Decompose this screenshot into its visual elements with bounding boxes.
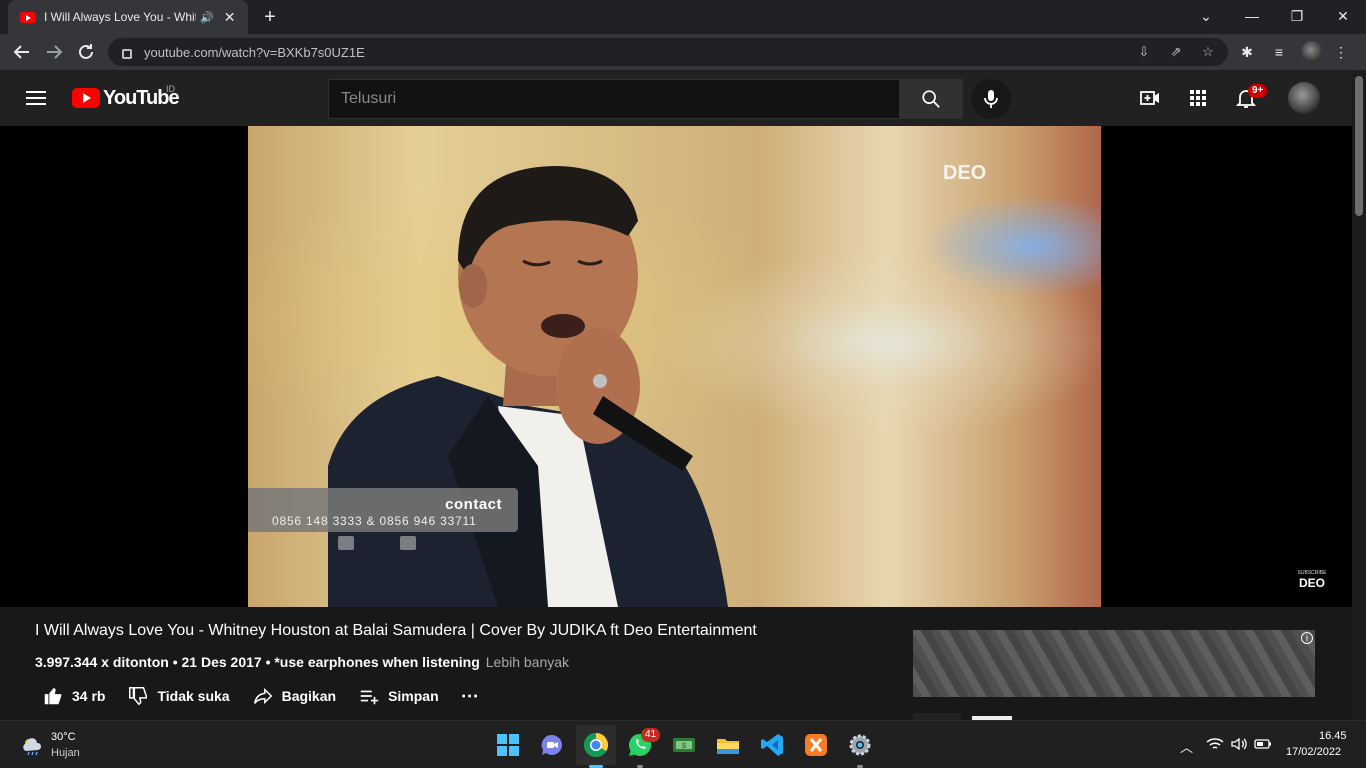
weather-description[interactable]: Hujan (51, 747, 80, 759)
thumbs-up-icon (44, 687, 62, 705)
overlay-dot (400, 536, 416, 550)
media-control-icon[interactable]: ≡ (1268, 42, 1290, 62)
browser-profile-avatar[interactable] (1301, 41, 1323, 63)
tab-search-chevron-icon[interactable]: ⌄ (1194, 6, 1218, 26)
address-bar[interactable]: youtube.com/watch?v=BXKb7s0UZ1E (108, 38, 1228, 66)
playlist-add-icon (360, 690, 379, 705)
country-code: ID (166, 84, 175, 94)
lock-icon[interactable] (122, 49, 132, 59)
file-explorer-icon[interactable] (714, 731, 742, 759)
minimize-button[interactable]: — (1240, 6, 1264, 26)
windows-start-icon[interactable] (494, 731, 522, 759)
browser-tab[interactable]: I Will Always Love You - Whitney Houston… (8, 0, 248, 34)
video-title: I Will Always Love You - Whitney Houston… (35, 622, 757, 639)
more-actions-icon[interactable]: ⋯ (461, 686, 480, 707)
clock-date[interactable]: 17/02/2022 (1286, 746, 1341, 758)
video-meta-text: 3.997.344 x ditonton • 21 Des 2017 • *us… (35, 654, 480, 670)
tab-close-icon[interactable]: ✕ (224, 9, 236, 26)
url-text: youtube.com/watch?v=BXKb7s0UZ1E (144, 44, 365, 60)
vscode-icon[interactable] (758, 731, 786, 759)
search-input[interactable]: Telusuri (328, 79, 900, 119)
dislike-label: Tidak suka (157, 688, 230, 704)
wifi-icon[interactable] (1206, 737, 1224, 754)
money-manager-icon[interactable]: $ (670, 731, 698, 759)
subscribe-watermark-logo: DEO (1298, 576, 1325, 590)
weather-temperature[interactable]: 30°C (51, 731, 76, 743)
show-more-link[interactable]: Lebih banyak (486, 654, 569, 670)
next-video-title[interactable] (972, 713, 1012, 720)
microphone-icon (984, 90, 998, 108)
save-button[interactable]: Simpan (358, 685, 439, 707)
restore-button[interactable]: ❐ (1285, 6, 1309, 26)
bookmark-star-icon[interactable]: ☆ (1198, 42, 1218, 62)
close-window-button[interactable]: ✕ (1331, 6, 1355, 26)
search-button[interactable] (899, 79, 963, 119)
like-count: 34 rb (72, 688, 106, 704)
weather-rain-cloud-icon[interactable] (20, 737, 44, 755)
tab-title: I Will Always Love You - Whitney Houston… (44, 10, 196, 24)
video-watermark-logo: DEO (943, 162, 987, 184)
notification-count-badge: 9+ (1248, 84, 1268, 98)
chrome-icon[interactable] (582, 731, 610, 759)
singer-image (328, 166, 728, 607)
teams-chat-icon[interactable] (538, 731, 566, 759)
youtube-header: YouTube ID Telusuri (0, 70, 1352, 126)
hamburger-menu-icon[interactable] (26, 91, 46, 105)
show-hidden-icons-chevron-icon[interactable]: ︿ (1180, 737, 1193, 756)
browser-tab-strip: I Will Always Love You - Whitney Houston… (0, 0, 1366, 34)
subscribe-watermark[interactable]: SUBSCRIBE DEO (1294, 570, 1330, 598)
thumbs-down-icon (129, 687, 148, 706)
browser-menu-icon[interactable]: ⋮ (1330, 42, 1352, 62)
search-icon (922, 90, 940, 108)
volume-icon[interactable] (1230, 737, 1248, 754)
youtube-play-logo-icon (72, 88, 100, 108)
video-frame[interactable]: DEO contact 0856 148 3333 & 0856 946 337… (248, 126, 1101, 607)
video-actions: 34 rb Tidak suka Bagikan Simpan ⋯ (42, 684, 502, 708)
contact-phone: 0856 148 3333 & 0856 946 33711 (272, 514, 477, 528)
youtube-logo[interactable]: YouTube ID (72, 84, 180, 109)
scrollbar-thumb[interactable] (1355, 76, 1363, 216)
forward-arrow-icon[interactable] (42, 40, 66, 64)
overlay-dot (338, 536, 354, 550)
xampp-icon[interactable] (802, 731, 830, 759)
browser-toolbar: youtube.com/watch?v=BXKb7s0UZ1E ⇩ ⇗ ☆ ✱ … (0, 34, 1366, 70)
battery-icon[interactable] (1254, 737, 1272, 754)
contact-title: contact (445, 496, 502, 513)
extensions-puzzle-icon[interactable]: ✱ (1236, 42, 1258, 62)
reload-icon[interactable] (74, 40, 98, 64)
settings-gear-icon[interactable] (846, 731, 874, 759)
clock-time[interactable]: 16.45 (1319, 730, 1347, 742)
apps-grid-icon[interactable] (1186, 86, 1210, 110)
svg-text:$: $ (682, 743, 686, 750)
save-label: Simpan (388, 688, 439, 704)
whatsapp-unread-badge: 41 (641, 728, 661, 742)
next-video-thumbnail[interactable] (913, 713, 961, 720)
ad-banner[interactable] (913, 630, 1315, 697)
page-scrollbar[interactable] (1352, 70, 1366, 720)
new-tab-button[interactable]: + (258, 6, 282, 30)
create-video-icon[interactable] (1138, 86, 1162, 110)
tab-audio-icon[interactable]: 🔊 (200, 11, 214, 24)
like-button[interactable]: 34 rb (42, 685, 105, 707)
windows-taskbar: 30°C Hujan 41 $ ︿ 16.45 17/02/2022 (0, 720, 1366, 768)
video-meta[interactable]: 3.997.344 x ditonton • 21 Des 2017 • *us… (35, 654, 569, 670)
dislike-button[interactable]: Tidak suka (127, 685, 230, 707)
ad-info-icon[interactable]: i (1301, 632, 1313, 644)
share-arrow-icon (253, 687, 272, 705)
share-page-icon[interactable]: ⇗ (1166, 42, 1186, 62)
share-button[interactable]: Bagikan (252, 685, 336, 707)
install-app-icon[interactable]: ⇩ (1134, 42, 1154, 62)
user-avatar[interactable] (1288, 82, 1320, 114)
voice-search-button[interactable] (971, 79, 1011, 119)
share-label: Bagikan (281, 688, 337, 704)
youtube-favicon-icon (20, 11, 36, 23)
contact-overlay: contact 0856 148 3333 & 0856 946 33711 (248, 488, 518, 532)
back-arrow-icon[interactable] (10, 40, 34, 64)
